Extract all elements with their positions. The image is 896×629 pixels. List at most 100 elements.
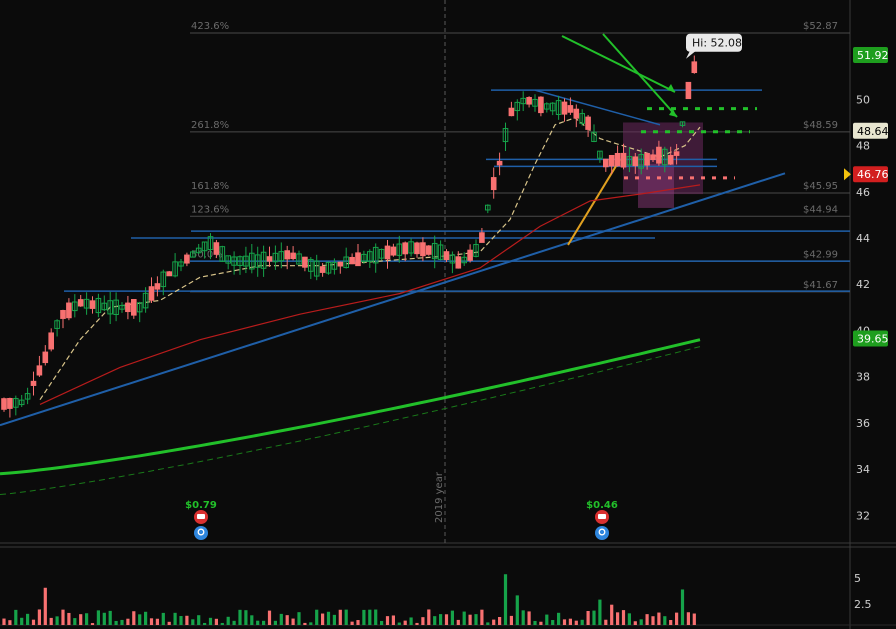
candle-body <box>48 332 55 350</box>
candle-body <box>319 266 326 273</box>
candle-body <box>184 254 190 264</box>
candle-body <box>667 155 674 165</box>
volume-bar <box>332 614 336 625</box>
volume-bar <box>427 609 431 625</box>
tick-label: 50 <box>856 93 870 106</box>
volume-bar <box>669 620 673 625</box>
volume-bar <box>250 615 254 625</box>
volume-bar <box>498 617 502 625</box>
volume-bar <box>326 611 331 625</box>
highlight-box-inner <box>638 164 674 208</box>
candle-body <box>420 242 426 257</box>
volume-bar <box>321 613 325 625</box>
candle-body <box>538 96 544 114</box>
fib-label: 123.6% <box>191 204 229 215</box>
fib-value: $48.59 <box>803 120 838 131</box>
candle-body <box>443 251 450 261</box>
volume-bar <box>574 620 578 625</box>
volume-bar <box>486 622 490 625</box>
volume-bar <box>391 615 395 625</box>
candle-body <box>337 261 344 267</box>
volume-bar <box>604 619 608 625</box>
volume-bar <box>409 617 413 625</box>
volume-bar <box>2 618 6 625</box>
drawings <box>0 33 850 427</box>
info-bulb-icon[interactable] <box>595 526 609 540</box>
volume-bar <box>256 620 260 625</box>
volume-bar <box>433 616 437 625</box>
candle-body <box>7 397 13 409</box>
telephone-icon-glyph <box>598 514 606 519</box>
price-badge-text: 51.92 <box>857 49 889 62</box>
volume-bar <box>90 623 95 625</box>
candle-body <box>650 154 656 161</box>
volume-bar <box>509 615 513 625</box>
candle-body <box>620 152 627 168</box>
volume-bar <box>203 622 207 625</box>
tick-label: 42 <box>856 278 870 291</box>
volume-bar <box>20 617 24 625</box>
volume-bar <box>368 609 372 625</box>
tick-label: 38 <box>856 371 870 384</box>
volume-bar <box>273 620 277 625</box>
volume-bar <box>592 610 596 625</box>
volume-bar <box>297 612 301 625</box>
volume-bar <box>468 614 472 625</box>
volume-bar <box>562 619 567 625</box>
candle-body <box>42 351 49 364</box>
candle-body <box>302 256 308 268</box>
candle-body <box>603 158 609 168</box>
volume-bar <box>515 595 519 625</box>
candle-body <box>414 242 420 255</box>
volume-bar <box>462 611 466 625</box>
tick-label: 32 <box>856 509 870 522</box>
candle-body <box>561 101 568 115</box>
candle-body <box>77 299 84 307</box>
candle-body <box>656 146 662 164</box>
volume-bar <box>37 609 41 625</box>
candle-body <box>644 153 650 166</box>
info-bulb-icon[interactable] <box>194 526 208 540</box>
volume-bar <box>533 620 537 625</box>
candle-body <box>426 245 432 255</box>
candle-body <box>673 151 680 156</box>
volume-bar <box>598 599 602 625</box>
candle-body <box>125 302 131 313</box>
volume-bar <box>14 609 18 625</box>
tick-label: 36 <box>856 417 870 430</box>
candle-body <box>148 286 155 301</box>
volume-bar <box>267 610 272 625</box>
price-badge-text: 39.65 <box>857 333 889 346</box>
volume-bar <box>610 604 614 625</box>
candle-body <box>89 300 96 309</box>
volume-bar <box>663 616 667 625</box>
volume-bar <box>132 611 136 625</box>
tick-label: 44 <box>856 232 870 245</box>
fib-value: $45.95 <box>803 181 838 192</box>
volume-bar <box>138 614 142 625</box>
trendline <box>0 172 786 427</box>
candle-body <box>632 156 639 167</box>
volume-bar <box>545 614 549 625</box>
volume-bar <box>350 621 354 625</box>
volume-bar <box>415 622 419 625</box>
chart-container: 423.6% $52.87 261.8% $48.59 161.8% $45.95 123.… <box>0 0 896 629</box>
candle-body <box>213 242 220 255</box>
volume-bar <box>285 615 289 625</box>
candle-body <box>614 152 621 167</box>
volume-bar <box>49 617 53 625</box>
volume-bar <box>444 614 449 625</box>
volume-bar <box>173 612 177 625</box>
candle-body <box>166 271 172 277</box>
volume-bar <box>480 609 484 625</box>
volume-bar <box>220 622 224 625</box>
volume-bar <box>474 614 478 625</box>
tick-label: 46 <box>856 186 870 199</box>
candle-body <box>290 252 296 260</box>
volume-bar <box>539 621 543 625</box>
volume-bar <box>232 620 236 625</box>
volume-bar <box>85 613 89 625</box>
volume-bar <box>621 610 626 625</box>
candle-body <box>585 116 591 130</box>
volume-bar <box>144 611 148 625</box>
